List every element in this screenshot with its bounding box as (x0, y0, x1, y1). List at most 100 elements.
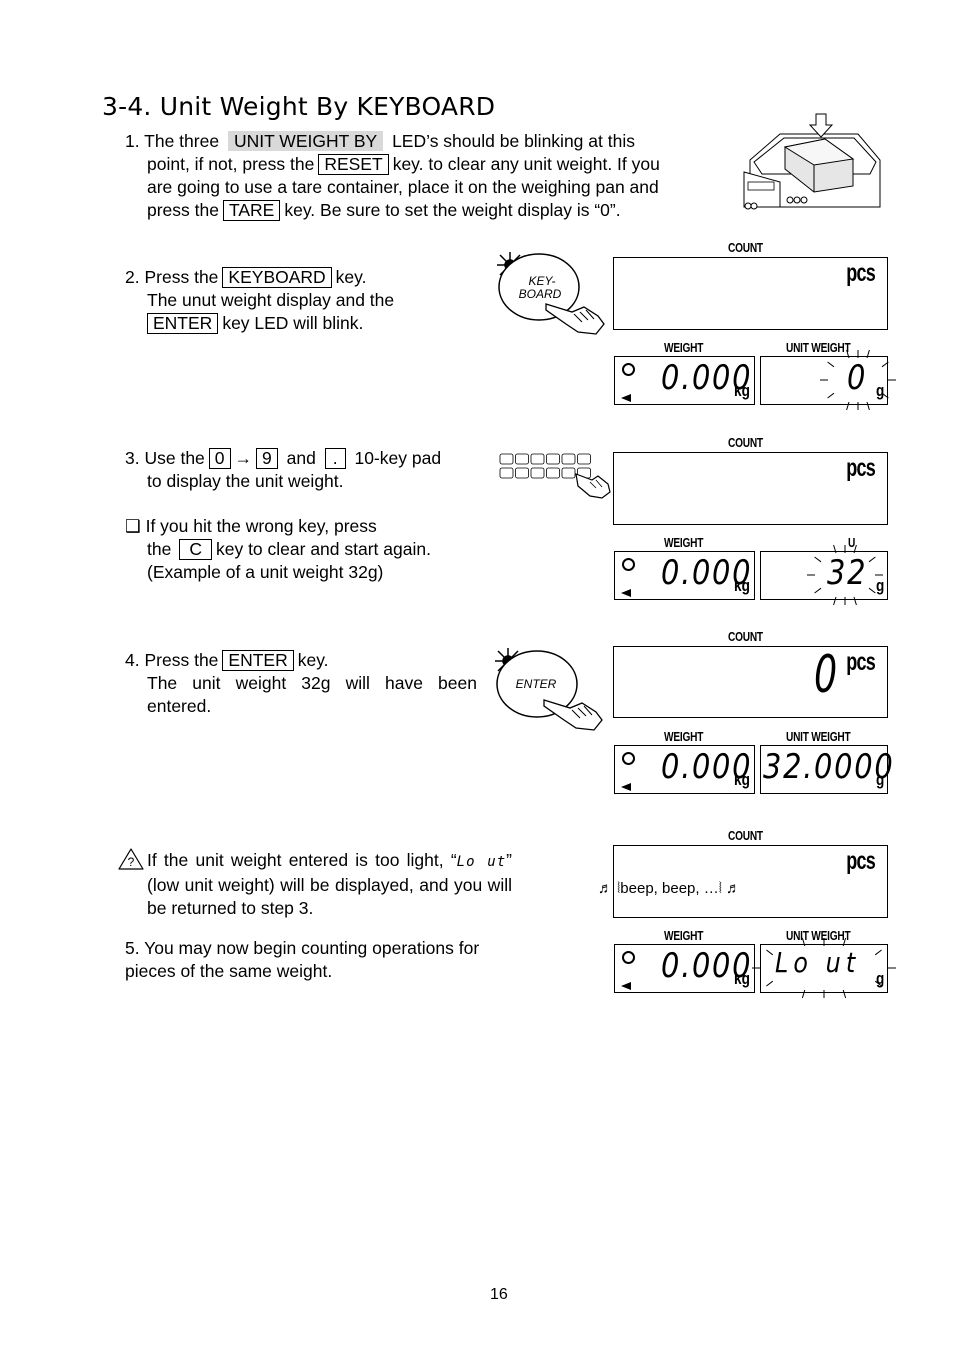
key-label-line2: BOARD (519, 287, 562, 301)
unit-weight-label: UNIT WEIGHT (786, 729, 851, 744)
dot-key: . (324, 448, 346, 469)
beep-indicator: ♬ ⦚beep, beep, …⦚ ♬ (598, 880, 742, 897)
text: key. (335, 267, 367, 287)
text: key to clear and start again. (215, 539, 431, 559)
step-5: 5. You may now begin counting operations… (125, 937, 520, 983)
weight-display: 0.000 kg (614, 356, 755, 405)
count-label: COUNT (728, 629, 763, 644)
text: Use the (144, 448, 205, 468)
enter-key: ENTER (222, 650, 294, 671)
count-label: COUNT (728, 828, 763, 843)
zero-indicator-icon (621, 982, 631, 990)
key-label-line1: KEY- (528, 274, 555, 288)
blink-rays-icon (752, 937, 896, 999)
keypad-key (499, 467, 514, 479)
enter-key: ENTER (147, 313, 219, 334)
blink-rays-icon (820, 349, 896, 411)
step-number: 1. (125, 131, 140, 151)
text: and (286, 448, 316, 468)
pcs-unit: pcs (846, 648, 876, 676)
unit-weight-unit: g (876, 770, 885, 789)
text: If you hit the wrong key, press (145, 516, 377, 536)
tare-key: TARE (222, 200, 281, 221)
keypad-key (530, 453, 545, 465)
text: ” (506, 850, 512, 870)
text: point, if not, press the (147, 154, 315, 174)
text: (low unit weight) will be displayed, and… (147, 875, 512, 918)
step-2: 2. Press the KEYBOARD key. The unut weight… (125, 266, 485, 335)
nine-key: 9 (256, 448, 278, 469)
step-number: 4. (125, 650, 140, 670)
keypad-key (546, 453, 560, 465)
keypad-key (515, 453, 529, 465)
text: The unit weight 32g will have been enter… (147, 673, 477, 716)
text: the (147, 539, 172, 559)
weight-label: WEIGHT (664, 928, 704, 943)
checkbox-bullet-icon: ❑ (125, 516, 141, 536)
step-number: 5. (125, 938, 140, 958)
pcs-unit: pcs (846, 454, 876, 482)
text: key. (297, 650, 329, 670)
weight-label: WEIGHT (664, 340, 704, 355)
text: Press the (144, 267, 219, 287)
count-value: 0 (814, 645, 839, 705)
numeric-keypad-illustration (499, 453, 611, 499)
blink-rays-icon (807, 544, 883, 606)
count-display: pcs (613, 257, 888, 330)
stable-indicator-icon (622, 363, 635, 376)
text: Press the (144, 650, 219, 670)
text: If the unit weight entered is too light,… (147, 850, 457, 870)
keypad-key (561, 453, 576, 465)
stable-indicator-icon (622, 951, 635, 964)
page-number: 16 (490, 1286, 508, 1303)
text: are going to use a tare container, place… (147, 177, 659, 197)
zero-indicator-icon (621, 589, 631, 597)
zero-indicator-icon (621, 394, 631, 402)
step-number: 2. (125, 267, 140, 287)
weight-display: 0.000 kg (614, 551, 755, 600)
keypad-key (515, 467, 529, 479)
text: The unut weight display and the (147, 290, 395, 310)
reset-key: RESET (318, 154, 389, 175)
weight-display: 0.000 kg (614, 745, 755, 794)
text: The three (144, 131, 220, 151)
section-title: 3-4. Unit Weight By KEYBOARD (102, 92, 496, 121)
text: LED’s should be blinking at this (392, 131, 635, 151)
step-3: 3. Use the 0 → 9 and . 10-key pad to displa… (125, 447, 495, 584)
count-display: pcs (613, 452, 888, 525)
text: key LED will blink. (222, 313, 364, 333)
keypad-key (499, 453, 514, 465)
text: key. Be sure to set the weight display i… (284, 200, 621, 220)
keypad-key (577, 453, 591, 465)
stable-indicator-icon (622, 558, 635, 571)
enter-key-press-illustration: ENTER (495, 648, 603, 731)
keypad-key (530, 467, 545, 479)
pointing-hand-icon (545, 303, 605, 335)
unit-weight-display: 32.0000 g (760, 745, 893, 794)
arrow-right-icon: → (234, 448, 253, 468)
keyboard-key-press-illustration: KEY- BOARD (497, 252, 605, 335)
text: key. to clear any unit weight. If you (392, 154, 660, 174)
keypad-key (561, 467, 576, 479)
weight-unit: kg (734, 770, 750, 789)
step-4: 4. Press the ENTER key. The unit weight 32… (125, 649, 477, 718)
text: to display the unit weight. (147, 471, 344, 491)
weight-unit: kg (734, 381, 750, 400)
count-display: pcs 0 (613, 645, 888, 718)
key-label: ENTER (516, 677, 557, 691)
pcs-unit: pcs (846, 847, 876, 875)
weight-label: WEIGHT (664, 729, 704, 744)
clear-key: C (179, 539, 212, 560)
svg-text:?: ? (128, 855, 135, 869)
text: press the (147, 200, 219, 220)
lo-ut-warning: If the unit weight entered is too light,… (147, 849, 512, 920)
led-label: UNIT WEIGHT BY (227, 131, 384, 151)
step-number: 3. (125, 448, 140, 468)
stable-indicator-icon (622, 752, 635, 765)
count-label: COUNT (728, 435, 763, 450)
count-label: COUNT (728, 240, 763, 255)
caution-icon: ? (118, 848, 144, 870)
scale-illustration (743, 113, 881, 210)
lo-ut-lcd-text: Lo ut (456, 854, 507, 870)
zero-indicator-icon (621, 783, 631, 791)
